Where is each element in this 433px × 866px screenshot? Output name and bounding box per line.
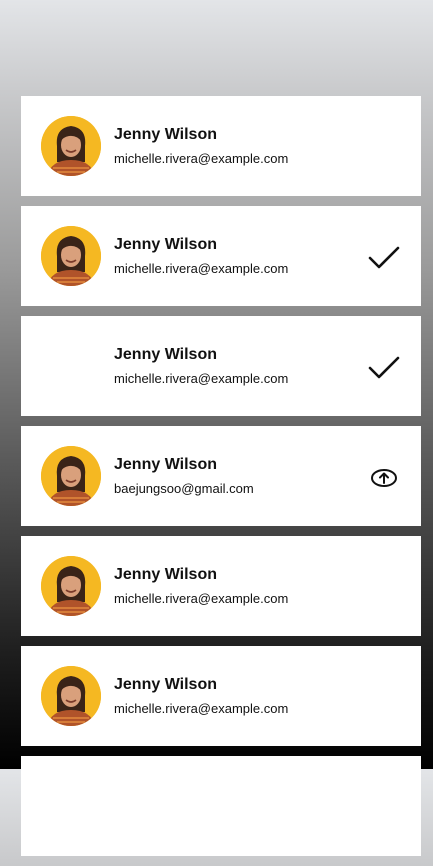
contact-name: Jenny Wilson: [114, 126, 217, 143]
contact-email: michelle.rivera@example.com: [114, 151, 289, 166]
contact-name: Jenny Wilson: [114, 236, 217, 253]
contact-card[interactable]: Jenny Wilson michelle.rivera@example.com: [21, 316, 421, 416]
upload-icon: [371, 469, 397, 487]
avatar: [41, 666, 101, 726]
contact-card[interactable]: Jenny Wilson michelle.rivera@example.com: [21, 536, 421, 636]
person-photo-icon: [41, 116, 101, 176]
contact-card[interactable]: Jenny Wilson baejungsoo@gmail.com: [21, 426, 421, 526]
check-icon: [368, 246, 400, 269]
avatar: [41, 446, 101, 506]
contact-name: Jenny Wilson: [114, 456, 217, 473]
contact-name: Jenny Wilson: [114, 346, 217, 363]
contact-email: michelle.rivera@example.com: [114, 371, 289, 386]
person-photo-icon: [41, 446, 101, 506]
check-button[interactable]: [367, 244, 401, 272]
person-photo-icon: [41, 666, 101, 726]
avatar: [41, 556, 101, 616]
contact-name: Jenny Wilson: [114, 676, 217, 693]
contact-email: michelle.rivera@example.com: [114, 591, 289, 606]
contact-card[interactable]: Jenny Wilson michelle.rivera@example.com: [21, 646, 421, 746]
contact-name: Jenny Wilson: [114, 566, 217, 583]
contact-email: michelle.rivera@example.com: [114, 261, 289, 276]
contact-card[interactable]: [21, 756, 421, 856]
contact-list: Jenny Wilson michelle.rivera@example.com…: [21, 96, 421, 866]
person-photo-icon: [41, 556, 101, 616]
contact-card[interactable]: Jenny Wilson michelle.rivera@example.com: [21, 206, 421, 306]
avatar: [41, 116, 101, 176]
check-button[interactable]: [367, 354, 401, 382]
contact-card[interactable]: Jenny Wilson michelle.rivera@example.com: [21, 96, 421, 196]
avatar: [41, 226, 101, 286]
contact-email: baejungsoo@gmail.com: [114, 481, 254, 496]
upload-button[interactable]: [367, 464, 401, 492]
contact-email: michelle.rivera@example.com: [114, 701, 289, 716]
person-photo-icon: [41, 226, 101, 286]
check-icon: [368, 356, 400, 379]
